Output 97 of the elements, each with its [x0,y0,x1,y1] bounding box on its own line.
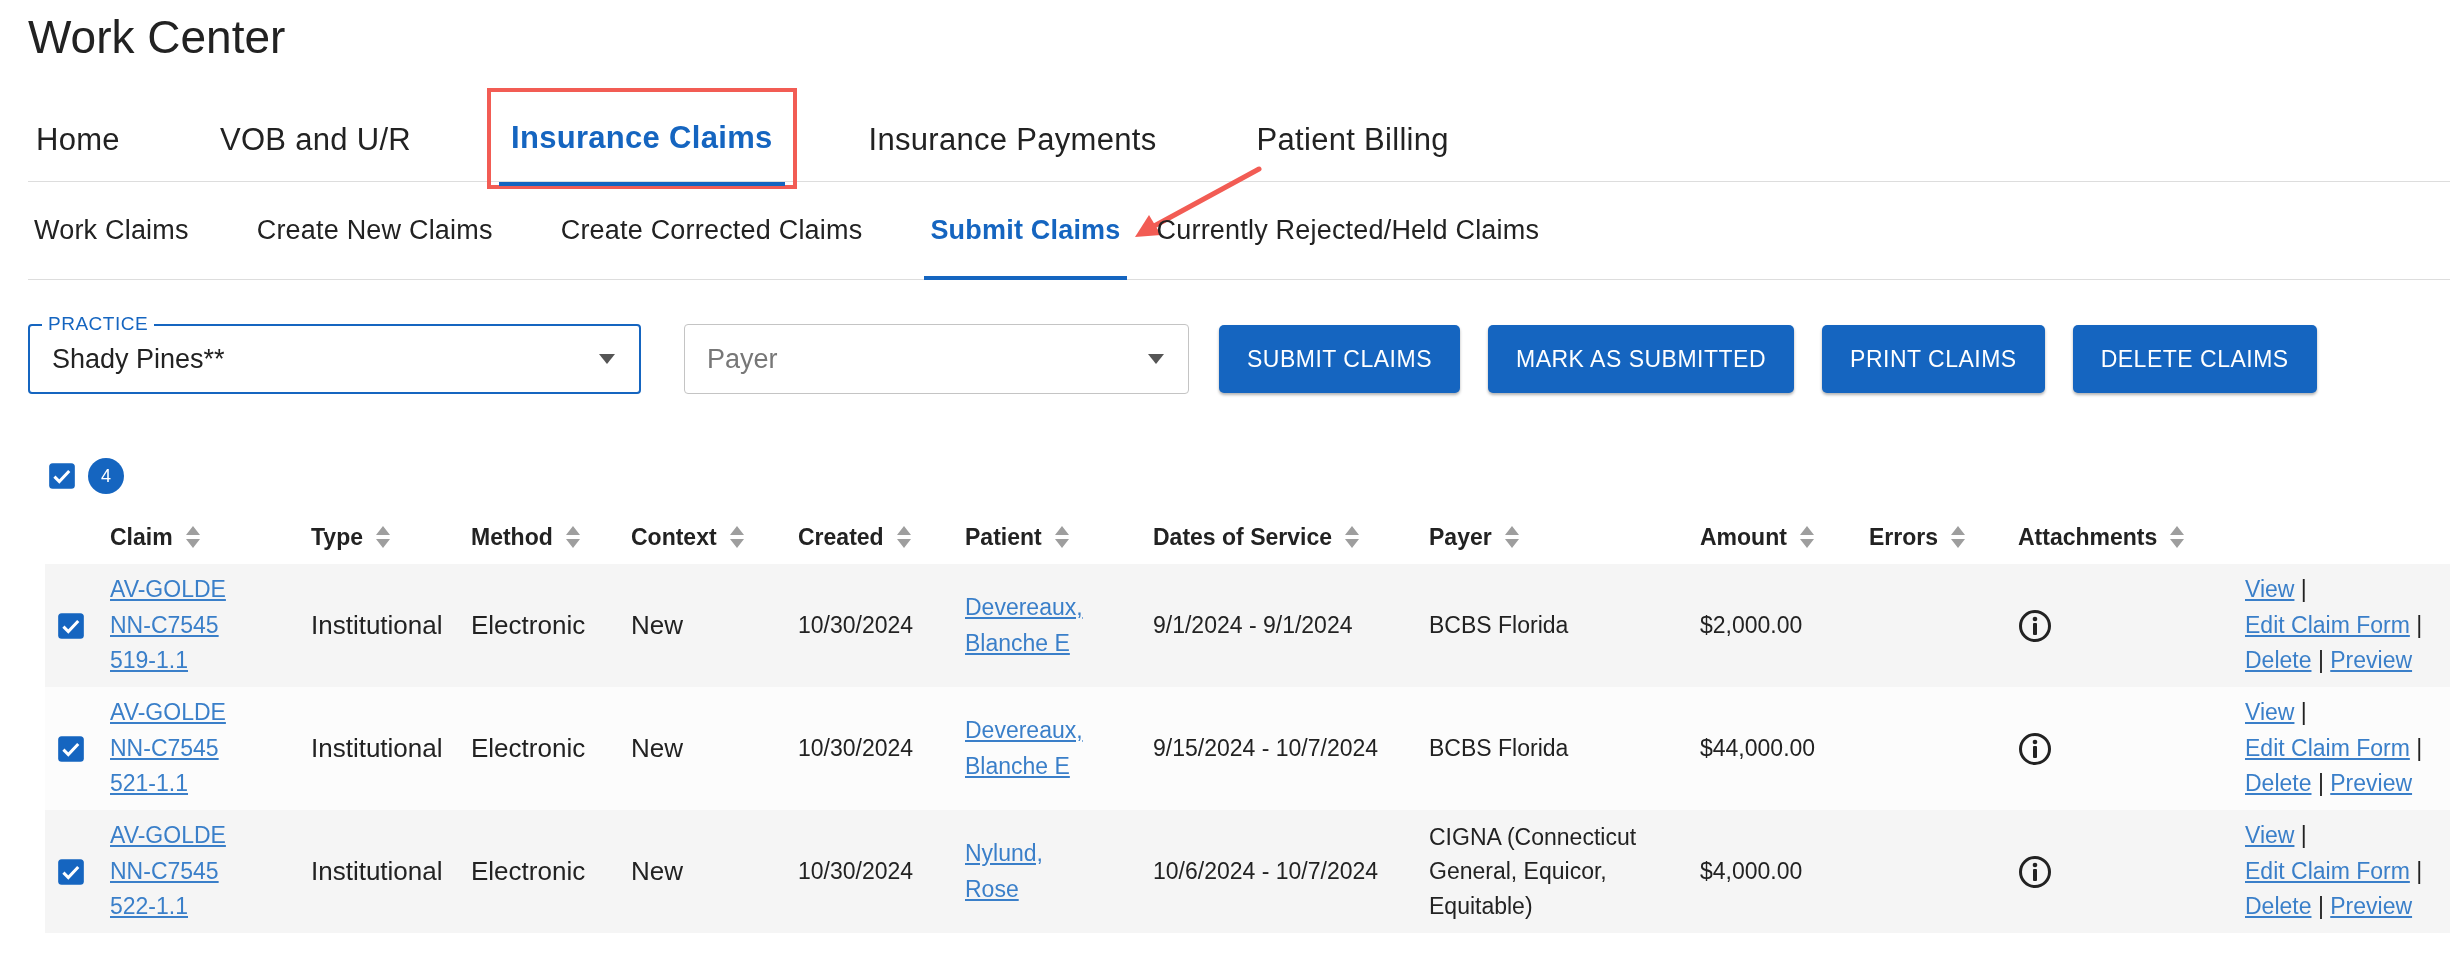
separator: | [2300,699,2307,726]
column-header[interactable]: Context [631,519,717,555]
column-header[interactable]: Type [311,519,363,555]
sort-icon[interactable] [1798,525,1815,549]
sub-tab[interactable]: Currently Rejected/Held Claims [1150,182,1546,279]
info-icon[interactable] [2018,731,2052,766]
table-cell: 9/15/2024 - 10/7/2024 [1153,735,1379,762]
sort-icon[interactable] [375,525,391,549]
table-cell: 10/30/2024 [798,735,914,762]
action-button[interactable]: SUBMIT CLAIMS [1219,325,1460,393]
info-icon[interactable] [2018,854,2052,889]
nav-tab[interactable]: Patient Billing [1248,100,1457,181]
nav-tab[interactable]: VOB and U/R [211,100,419,181]
page-title: Work Center [28,10,287,60]
separator: | [2317,770,2324,797]
sort-icon[interactable] [1053,525,1070,549]
separator: | [2416,734,2423,761]
row-checkbox[interactable] [57,734,85,763]
separator: | [2317,893,2324,920]
table-cell-text: BCBS Florida [1429,611,1570,641]
action-link[interactable]: Delete [2245,770,2312,797]
nav-tab[interactable]: Insurance Payments [860,100,1165,181]
table-cell: New [631,856,683,886]
table-cell: $44,000.00 [1700,735,1816,762]
sub-tab[interactable]: Work Claims [28,182,195,279]
sort-icon[interactable] [184,525,201,549]
action-button[interactable]: MARK AS SUBMITTED [1488,325,1795,393]
column-header[interactable]: Amount [1700,519,1787,555]
table-cell: Institutional [311,856,443,886]
column-header[interactable]: Dates of Service [1153,519,1332,555]
sort-icon[interactable] [564,525,581,549]
table-cell: Electronic [471,733,586,763]
claim-link[interactable]: AV-GOLDENN-C7545522-1.1 [110,818,230,925]
separator: | [2416,857,2423,884]
action-link[interactable]: Edit Claim Form [2245,611,2410,638]
table-cell: 10/30/2024 [798,858,914,885]
action-link[interactable]: Edit Claim Form [2245,734,2410,761]
table-cell: Institutional [311,733,443,763]
column-header[interactable]: Patient [965,519,1042,555]
table-cell-text: BCBS Florida [1429,734,1570,764]
table-cell: Electronic [471,856,586,886]
patient-link[interactable]: Devereaux, Blanche E [965,589,1095,662]
sort-icon[interactable] [1950,525,1967,549]
payer-select[interactable]: Payer [684,324,1189,394]
table-cell: 9/1/2024 - 9/1/2024 [1153,612,1353,639]
separator: | [2300,822,2307,849]
sort-icon[interactable] [1344,525,1360,549]
table-cell: 10/6/2024 - 10/7/2024 [1153,858,1379,885]
nav-tab[interactable]: Home [28,100,128,181]
table-cell: $4,000.00 [1700,858,1803,885]
action-link[interactable]: Edit Claim Form [2245,857,2410,884]
field-label: PRACTICE [42,314,155,333]
patient-link[interactable]: Devereaux, Blanche E [965,712,1095,785]
column-header[interactable]: Method [471,519,553,555]
field-value: Shady Pines** [52,342,225,376]
field-placeholder: Payer [707,342,778,376]
patient-link[interactable]: Nylund, Rose [965,835,1095,908]
column-header[interactable]: Attachments [2018,519,2158,555]
sub-tab[interactable]: Submit Claims [924,182,1127,279]
column-header[interactable]: Created [798,519,884,555]
sort-icon[interactable] [2169,525,2186,549]
sort-icon[interactable] [895,525,912,549]
table-cell: Electronic [471,610,586,640]
action-button[interactable]: DELETE CLAIMS [2072,325,2317,393]
separator: | [2416,611,2423,638]
column-header[interactable]: Errors [1869,519,1939,555]
table-cell: 10/30/2024 [798,612,914,639]
dropdown-icon [597,353,617,365]
table-cell-text: CIGNA (Connecticut General, Equicor, Equitable) [1429,822,1638,921]
claim-link[interactable]: AV-GOLDENN-C7545519-1.1 [110,572,230,679]
action-link[interactable]: View [2245,822,2295,849]
row-checkbox[interactable] [57,857,85,886]
action-link[interactable]: View [2245,576,2295,603]
action-link[interactable]: Preview [2330,770,2413,797]
action-link[interactable]: Delete [2245,647,2312,674]
column-header[interactable]: Payer [1429,519,1492,555]
action-button[interactable]: PRINT CLAIMS [1822,325,2045,393]
action-link[interactable]: Preview [2330,893,2413,920]
table-cell: New [631,610,683,640]
table-cell: Institutional [311,610,443,640]
select-all-checkbox[interactable] [48,462,76,490]
action-link[interactable]: Delete [2245,893,2312,920]
info-icon[interactable] [2018,608,2052,643]
row-checkbox[interactable] [57,611,85,640]
separator: | [2317,647,2324,674]
separator: | [2300,576,2307,603]
action-link[interactable]: Preview [2330,647,2413,674]
sort-icon[interactable] [728,525,745,549]
dropdown-icon [1146,353,1166,365]
selected-count-badge: 4 [88,458,124,494]
action-link[interactable]: View [2245,699,2295,726]
claim-link[interactable]: AV-GOLDENN-C7545521-1.1 [110,695,230,802]
sort-icon[interactable] [1503,525,1520,549]
nav-tab[interactable]: Insurance Claims [487,88,797,189]
table-cell: $2,000.00 [1700,612,1803,639]
table-cell: New [631,733,683,763]
column-header[interactable]: Claim [110,519,173,555]
